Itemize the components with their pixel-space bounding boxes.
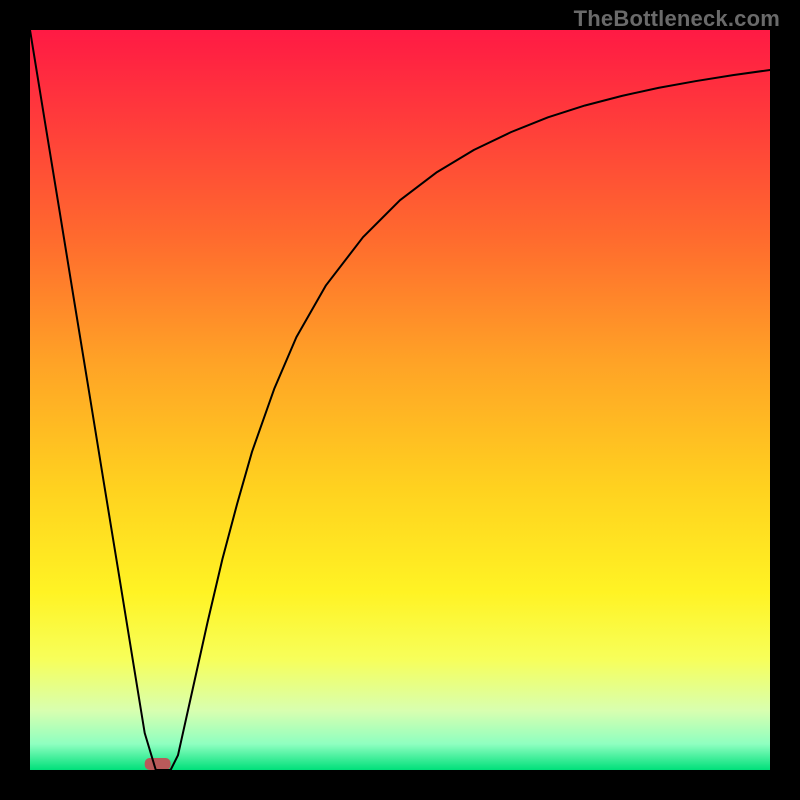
chart-frame: TheBottleneck.com xyxy=(0,0,800,800)
minimum-marker xyxy=(145,758,171,770)
watermark-text: TheBottleneck.com xyxy=(574,6,780,32)
gradient-background xyxy=(30,30,770,770)
plot-area xyxy=(30,30,770,770)
bottleneck-chart xyxy=(30,30,770,770)
